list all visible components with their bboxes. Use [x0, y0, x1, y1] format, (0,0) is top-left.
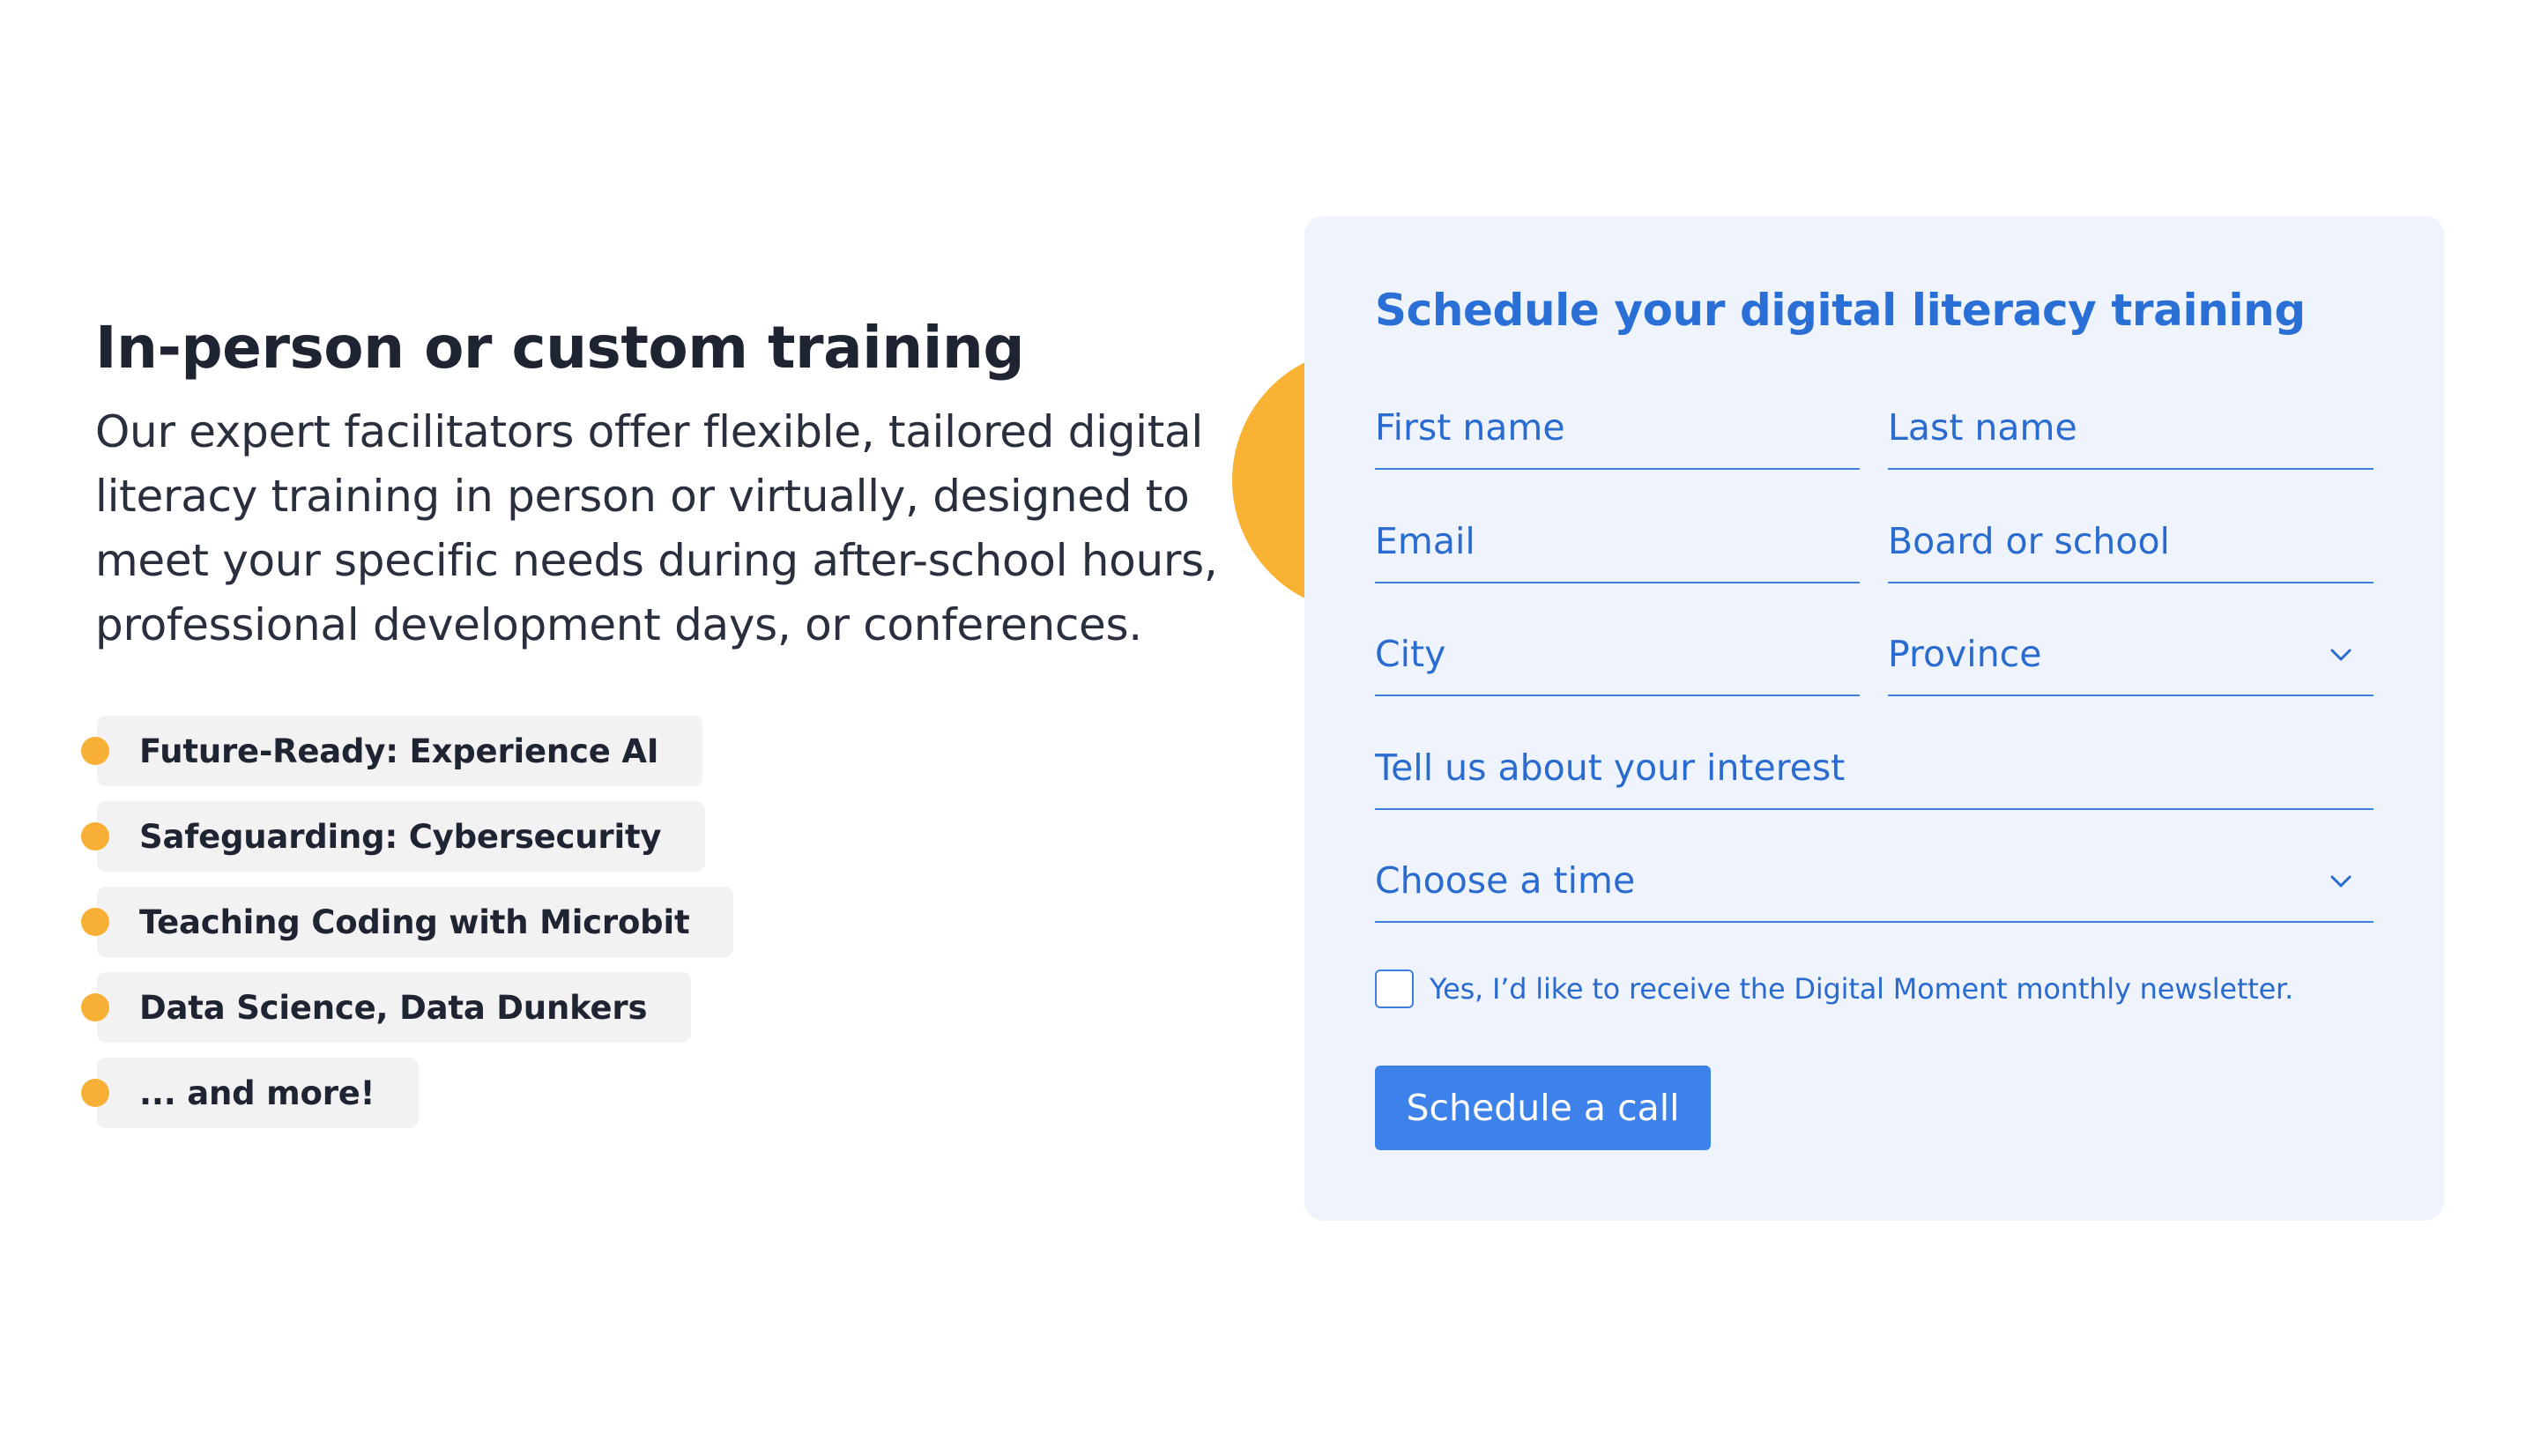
topic-label: Safeguarding: Cybersecurity [97, 801, 706, 872]
newsletter-checkbox-label[interactable]: Yes, I’d like to receive the Digital Mom… [1430, 972, 2293, 1006]
chevron-down-icon [2330, 875, 2351, 888]
last-name-field-wrapper [1888, 389, 2374, 470]
topic-label: ... and more! [97, 1058, 420, 1128]
topic-label: Teaching Coding with Microbit [97, 887, 734, 957]
email-input[interactable] [1375, 502, 1860, 580]
topic-label: Future-Ready: Experience AI [97, 716, 703, 786]
chevron-down-icon [2330, 649, 2351, 661]
board-field-wrapper [1888, 502, 2374, 583]
bullet-dot-icon [81, 737, 109, 765]
last-name-input[interactable] [1888, 389, 2374, 466]
email-field-wrapper [1375, 502, 1860, 583]
bullet-dot-icon [81, 908, 109, 936]
newsletter-opt-in: Yes, I’d like to receive the Digital Mom… [1375, 967, 2293, 1011]
bullet-dot-icon [81, 993, 109, 1021]
training-request-form: Schedule your digital literacy training … [1304, 216, 2444, 1221]
interest-field-wrapper [1375, 729, 2374, 810]
board-or-school-input[interactable] [1888, 502, 2374, 580]
schedule-call-button[interactable]: Schedule a call [1375, 1066, 1711, 1150]
topic-label: Data Science, Data Dunkers [97, 972, 692, 1043]
time-select-label: Choose a time [1375, 859, 1636, 902]
form-title: Schedule your digital literacy training [1375, 285, 2306, 336]
section-heading: In-person or custom training [95, 314, 1025, 382]
bullet-dot-icon [81, 1079, 109, 1107]
interest-input[interactable] [1375, 729, 2374, 806]
intro-section: In-person or custom training Our expert … [95, 308, 1241, 657]
province-select[interactable]: Province [1888, 615, 2374, 696]
first-name-field-wrapper [1375, 389, 1860, 470]
province-select-label: Province [1888, 633, 2042, 675]
newsletter-checkbox[interactable] [1375, 969, 1414, 1008]
page: In-person or custom training Our expert … [0, 0, 2526, 1456]
time-select[interactable]: Choose a time [1375, 842, 2374, 923]
bullet-dot-icon [81, 822, 109, 851]
city-input[interactable] [1375, 615, 1860, 693]
section-description: Our expert facilitators offer flexible, … [95, 406, 1218, 650]
first-name-input[interactable] [1375, 389, 1860, 466]
city-field-wrapper [1375, 615, 1860, 696]
